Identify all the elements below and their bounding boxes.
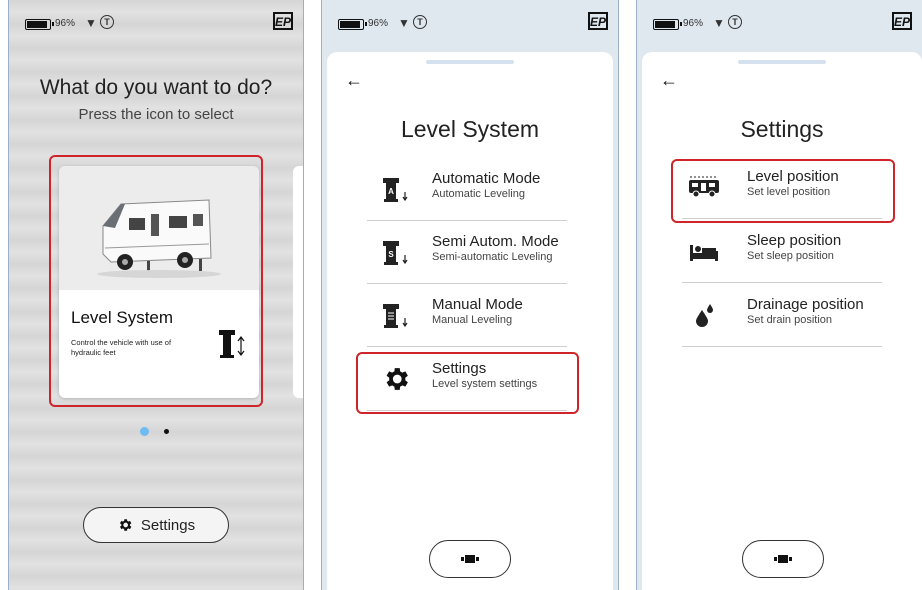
- settings-screen: 96% ▼ T EP ← Settings Level position Set…: [636, 0, 922, 590]
- wifi-icon: ▼: [398, 16, 410, 30]
- back-arrow-icon[interactable]: ←: [660, 70, 678, 91]
- page-title: Level System: [400, 116, 540, 142]
- content-panel: ← Settings Level position Set level posi…: [642, 52, 922, 590]
- t-circle-icon: T: [100, 15, 114, 29]
- home-screen: 96% ▼ T EP What do you want to do? Press…: [8, 0, 304, 590]
- wifi-icon: ▼: [713, 16, 725, 30]
- content-panel: ← Level System A Automatic Mode Automati…: [327, 52, 613, 590]
- page-subtitle: Press the icon to select: [78, 106, 234, 123]
- battery-percent: 96%: [55, 18, 76, 29]
- gear-icon: [119, 519, 132, 531]
- battery-icon: [653, 19, 682, 30]
- menu-item-semi-auto-mode[interactable]: S Semi Autom. Mode Semi-automatic Leveli…: [367, 225, 567, 284]
- item-label: Manual Mode: [432, 296, 523, 313]
- foot-pad-icon: [461, 555, 479, 563]
- svg-text:S: S: [388, 250, 394, 259]
- foot-pad-icon: [774, 555, 792, 563]
- semi-auto-leveling-icon: S: [383, 241, 408, 265]
- page-title: Settings: [740, 116, 824, 142]
- drag-handle[interactable]: [738, 60, 826, 64]
- highlight-frame: [49, 155, 263, 407]
- ep-logo: EP: [588, 12, 608, 30]
- carousel-dot[interactable]: [164, 429, 169, 434]
- automatic-leveling-icon: A: [383, 178, 408, 202]
- home-button[interactable]: [742, 540, 824, 578]
- battery-icon: [338, 19, 367, 30]
- battery-icon: [25, 19, 54, 30]
- status-bar: 96% ▼ T EP: [637, 0, 922, 44]
- highlight-frame: [356, 352, 579, 414]
- item-sublabel: Semi-automatic Leveling: [432, 251, 553, 263]
- menu-item-manual-mode[interactable]: Manual Mode Manual Leveling: [367, 288, 567, 347]
- bed-icon: [690, 245, 718, 261]
- item-sublabel: Set drain position: [747, 314, 832, 326]
- battery-percent: 96%: [683, 18, 704, 29]
- wifi-icon: ▼: [85, 16, 97, 30]
- menu-item-sleep-position[interactable]: Sleep position Set sleep position: [682, 224, 882, 283]
- ep-logo: EP: [892, 12, 912, 30]
- item-sublabel: Automatic Leveling: [432, 188, 525, 200]
- carousel-dot-active[interactable]: [140, 427, 149, 436]
- home-button[interactable]: [429, 540, 511, 578]
- t-circle-icon: T: [413, 15, 427, 29]
- ep-logo: EP: [273, 12, 293, 30]
- manual-leveling-icon: [383, 304, 408, 328]
- item-sublabel: Manual Leveling: [432, 314, 513, 326]
- status-bar: 96% ▼ T EP: [322, 0, 618, 44]
- menu-item-automatic-mode[interactable]: A Automatic Mode Automatic Leveling: [367, 162, 567, 221]
- settings-button[interactable]: Settings: [83, 507, 229, 543]
- item-label: Automatic Mode: [432, 170, 541, 187]
- item-label: Semi Autom. Mode: [432, 233, 559, 250]
- menu-item-drainage-position[interactable]: Drainage position Set drain position: [682, 288, 882, 347]
- settings-button-label: Settings: [140, 516, 196, 534]
- battery-percent: 96%: [368, 18, 389, 29]
- highlight-frame: [671, 159, 895, 223]
- item-label: Sleep position: [747, 232, 842, 249]
- item-label: Drainage position: [747, 296, 864, 313]
- drops-icon: [696, 304, 713, 327]
- t-circle-icon: T: [728, 15, 742, 29]
- drag-handle[interactable]: [426, 60, 514, 64]
- svg-text:A: A: [388, 187, 394, 196]
- item-sublabel: Set sleep position: [747, 250, 834, 262]
- level-system-screen: 96% ▼ T EP ← Level System A Automatic Mo…: [321, 0, 619, 590]
- page-title: What do you want to do?: [39, 76, 273, 99]
- status-bar: 96% ▼ T EP: [9, 0, 303, 44]
- next-card-peek[interactable]: [293, 166, 303, 398]
- back-arrow-icon[interactable]: ←: [345, 70, 363, 91]
